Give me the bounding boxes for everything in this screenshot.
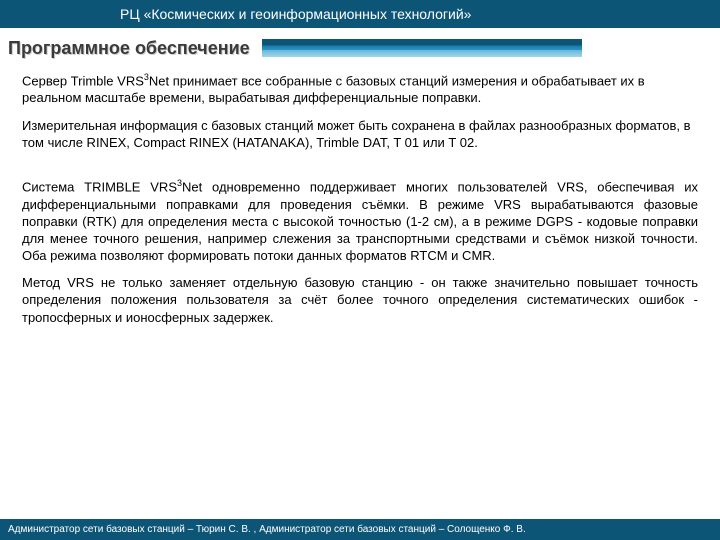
p2-text: Измерительная информация с базовых станц… xyxy=(22,118,691,150)
content-area: Сервер Trimble VRS3Net принимает все соб… xyxy=(0,64,720,326)
header-title: РЦ «Космических и геоинформационных техн… xyxy=(120,6,471,22)
footer-bar: Администратор сети базовых станций – Тюр… xyxy=(0,519,720,540)
page-subtitle: Программное обеспечение xyxy=(0,28,250,64)
p1-text-a: Сервер Trimble VRS xyxy=(22,73,144,88)
paragraph-1: Сервер Trimble VRS3Net принимает все соб… xyxy=(22,72,698,107)
paragraph-2: Измерительная информация с базовых станц… xyxy=(22,117,698,151)
paragraph-3: Система TRIMBLE VRS3Net одновременно под… xyxy=(22,178,698,264)
accent-bar xyxy=(262,39,582,57)
header-bar: РЦ «Космических и геоинформационных техн… xyxy=(0,0,720,28)
footer-text: Администратор сети базовых станций – Тюр… xyxy=(8,524,526,535)
p4-text: Метод VRS не только заменяет отдельную б… xyxy=(22,275,698,324)
subtitle-row: Программное обеспечение xyxy=(0,28,720,64)
p3-text-a: Система TRIMBLE VRS xyxy=(22,179,177,194)
paragraph-4: Метод VRS не только заменяет отдельную б… xyxy=(22,274,698,325)
